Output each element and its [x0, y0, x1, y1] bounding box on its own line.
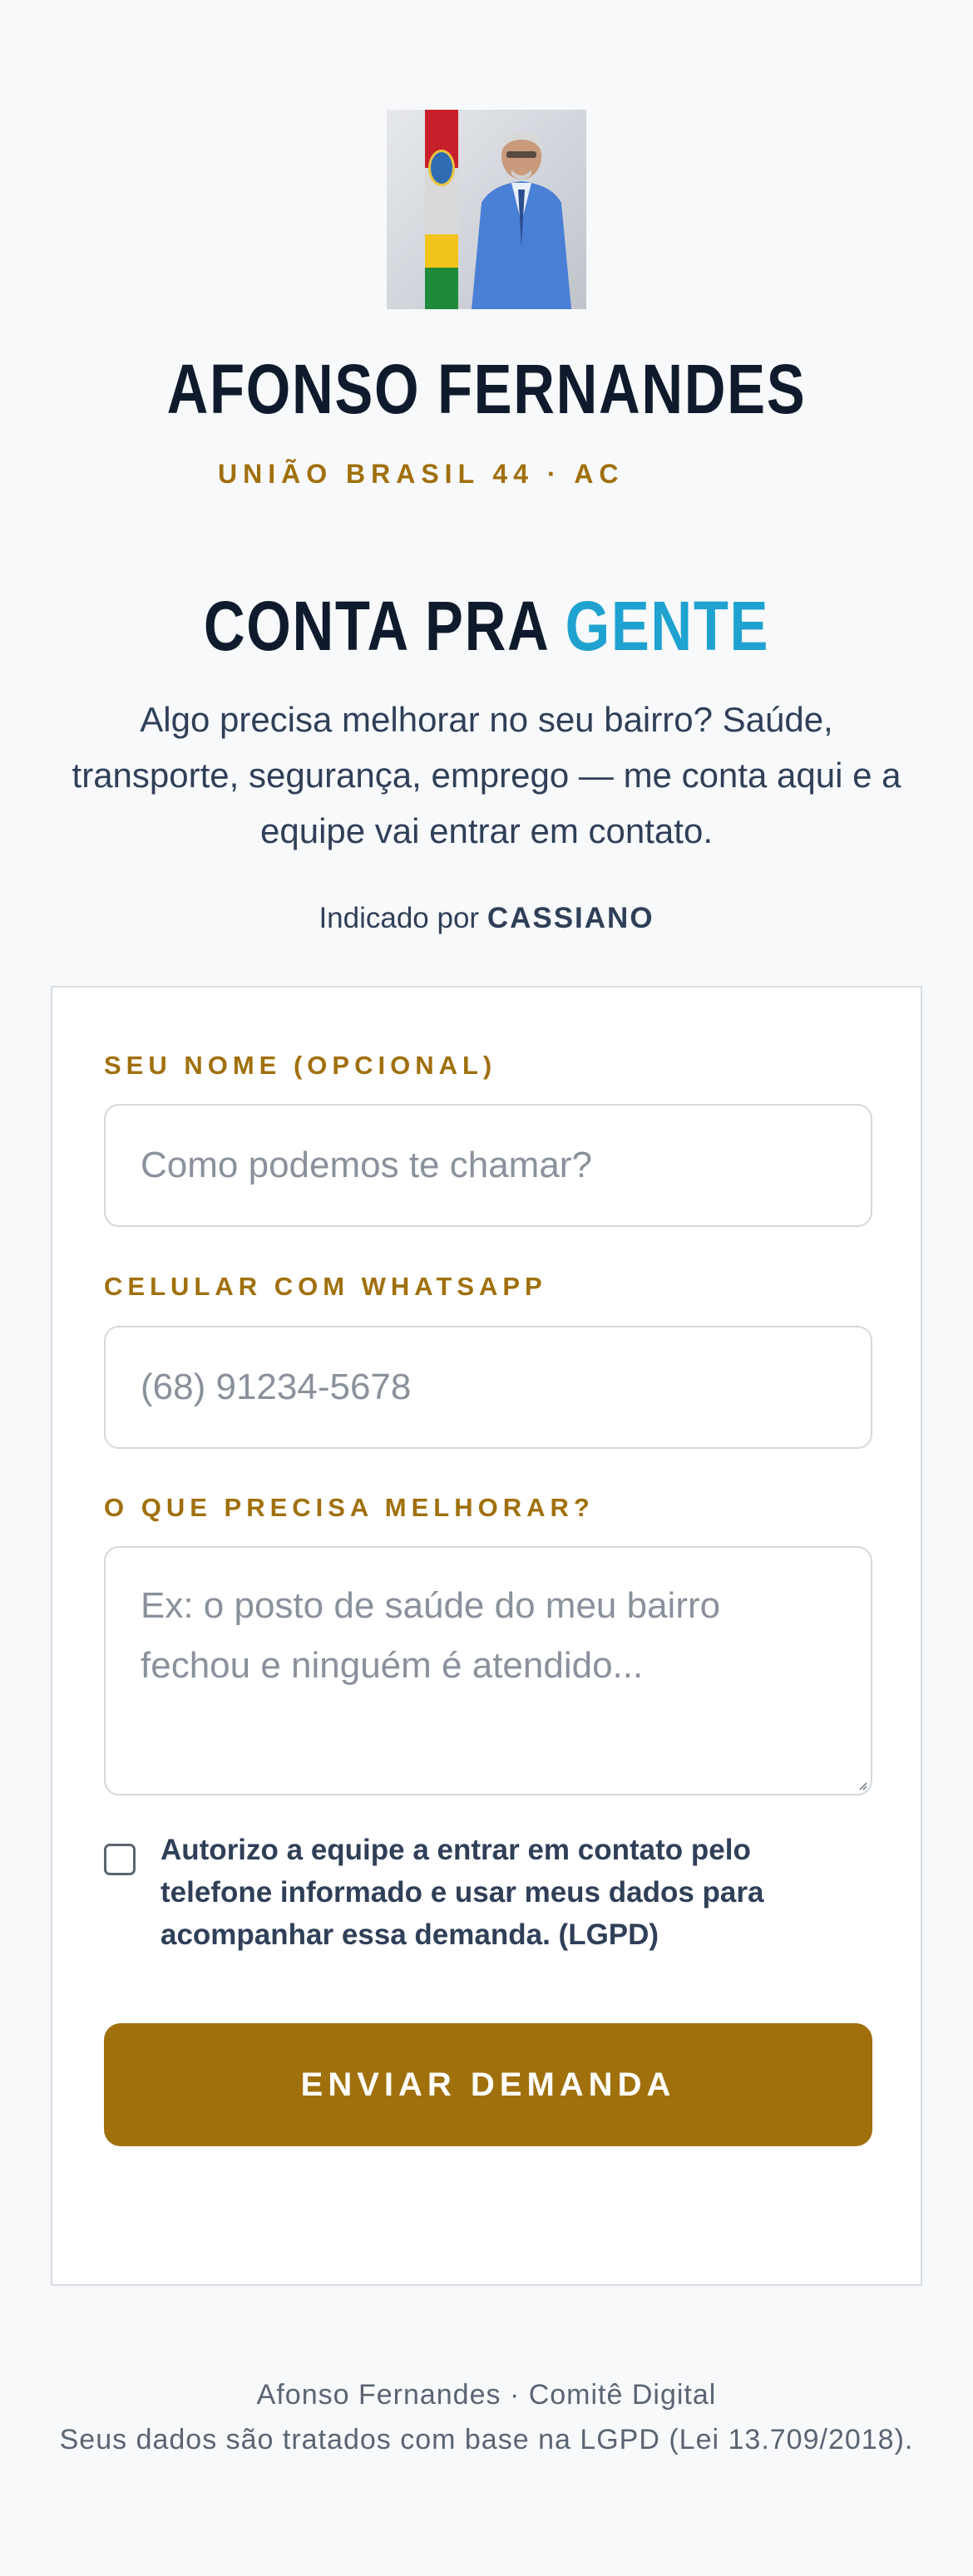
need-label: O QUE PRECISA MELHORAR? — [104, 1493, 595, 1522]
footer-privacy: Seus dados são tratados com base na LGPD… — [59, 2424, 914, 2455]
name-placeholder: Como podemos te chamar? — [141, 1145, 592, 1185]
candidate-photo — [387, 110, 586, 309]
referral-prefix: Indicado por — [319, 902, 487, 934]
phone-input[interactable]: (68) 91234-5678 — [104, 1326, 872, 1449]
candidate-name: AFONSO FERNANDES — [166, 350, 807, 428]
name-input[interactable]: Como podemos te chamar? — [104, 1104, 872, 1227]
phone-label: CELULAR COM WHATSAPP — [104, 1272, 547, 1301]
need-textarea[interactable]: Ex: o posto de saúde do meu bairro fecho… — [104, 1546, 872, 1795]
need-placeholder: Ex: o posto de saúde do meu bairro fecho… — [141, 1585, 721, 1686]
resize-grip-icon[interactable] — [857, 1781, 867, 1790]
page-headline: CONTA PRA GENTE — [87, 586, 885, 667]
referral-line: Indicado por CASSIANO — [0, 902, 973, 935]
footer-credit: Afonso Fernandes · Comitê Digital — [256, 2379, 717, 2411]
consent-checkbox[interactable] — [104, 1844, 136, 1875]
referral-name: CASSIANO — [486, 902, 654, 934]
consent-text: Autorizo a equipe a entrar em contato pe… — [161, 1834, 764, 1951]
submit-button[interactable]: ENVIAR DEMANDA — [104, 2023, 872, 2146]
candidate-portrait — [472, 131, 571, 309]
headline-main: CONTA PRA — [203, 587, 566, 665]
party-line: UNIÃO BRASIL 44 · AC — [218, 459, 625, 489]
intro-text: Algo precisa melhorar no seu bairro? Saú… — [72, 700, 901, 850]
demand-form: SEU NOME (OPCIONAL) Como podemos te cham… — [51, 986, 922, 2286]
name-label: SEU NOME (OPCIONAL) — [104, 1051, 497, 1080]
phone-placeholder: (68) 91234-5678 — [141, 1367, 412, 1407]
headline-accent: GENTE — [565, 587, 770, 665]
